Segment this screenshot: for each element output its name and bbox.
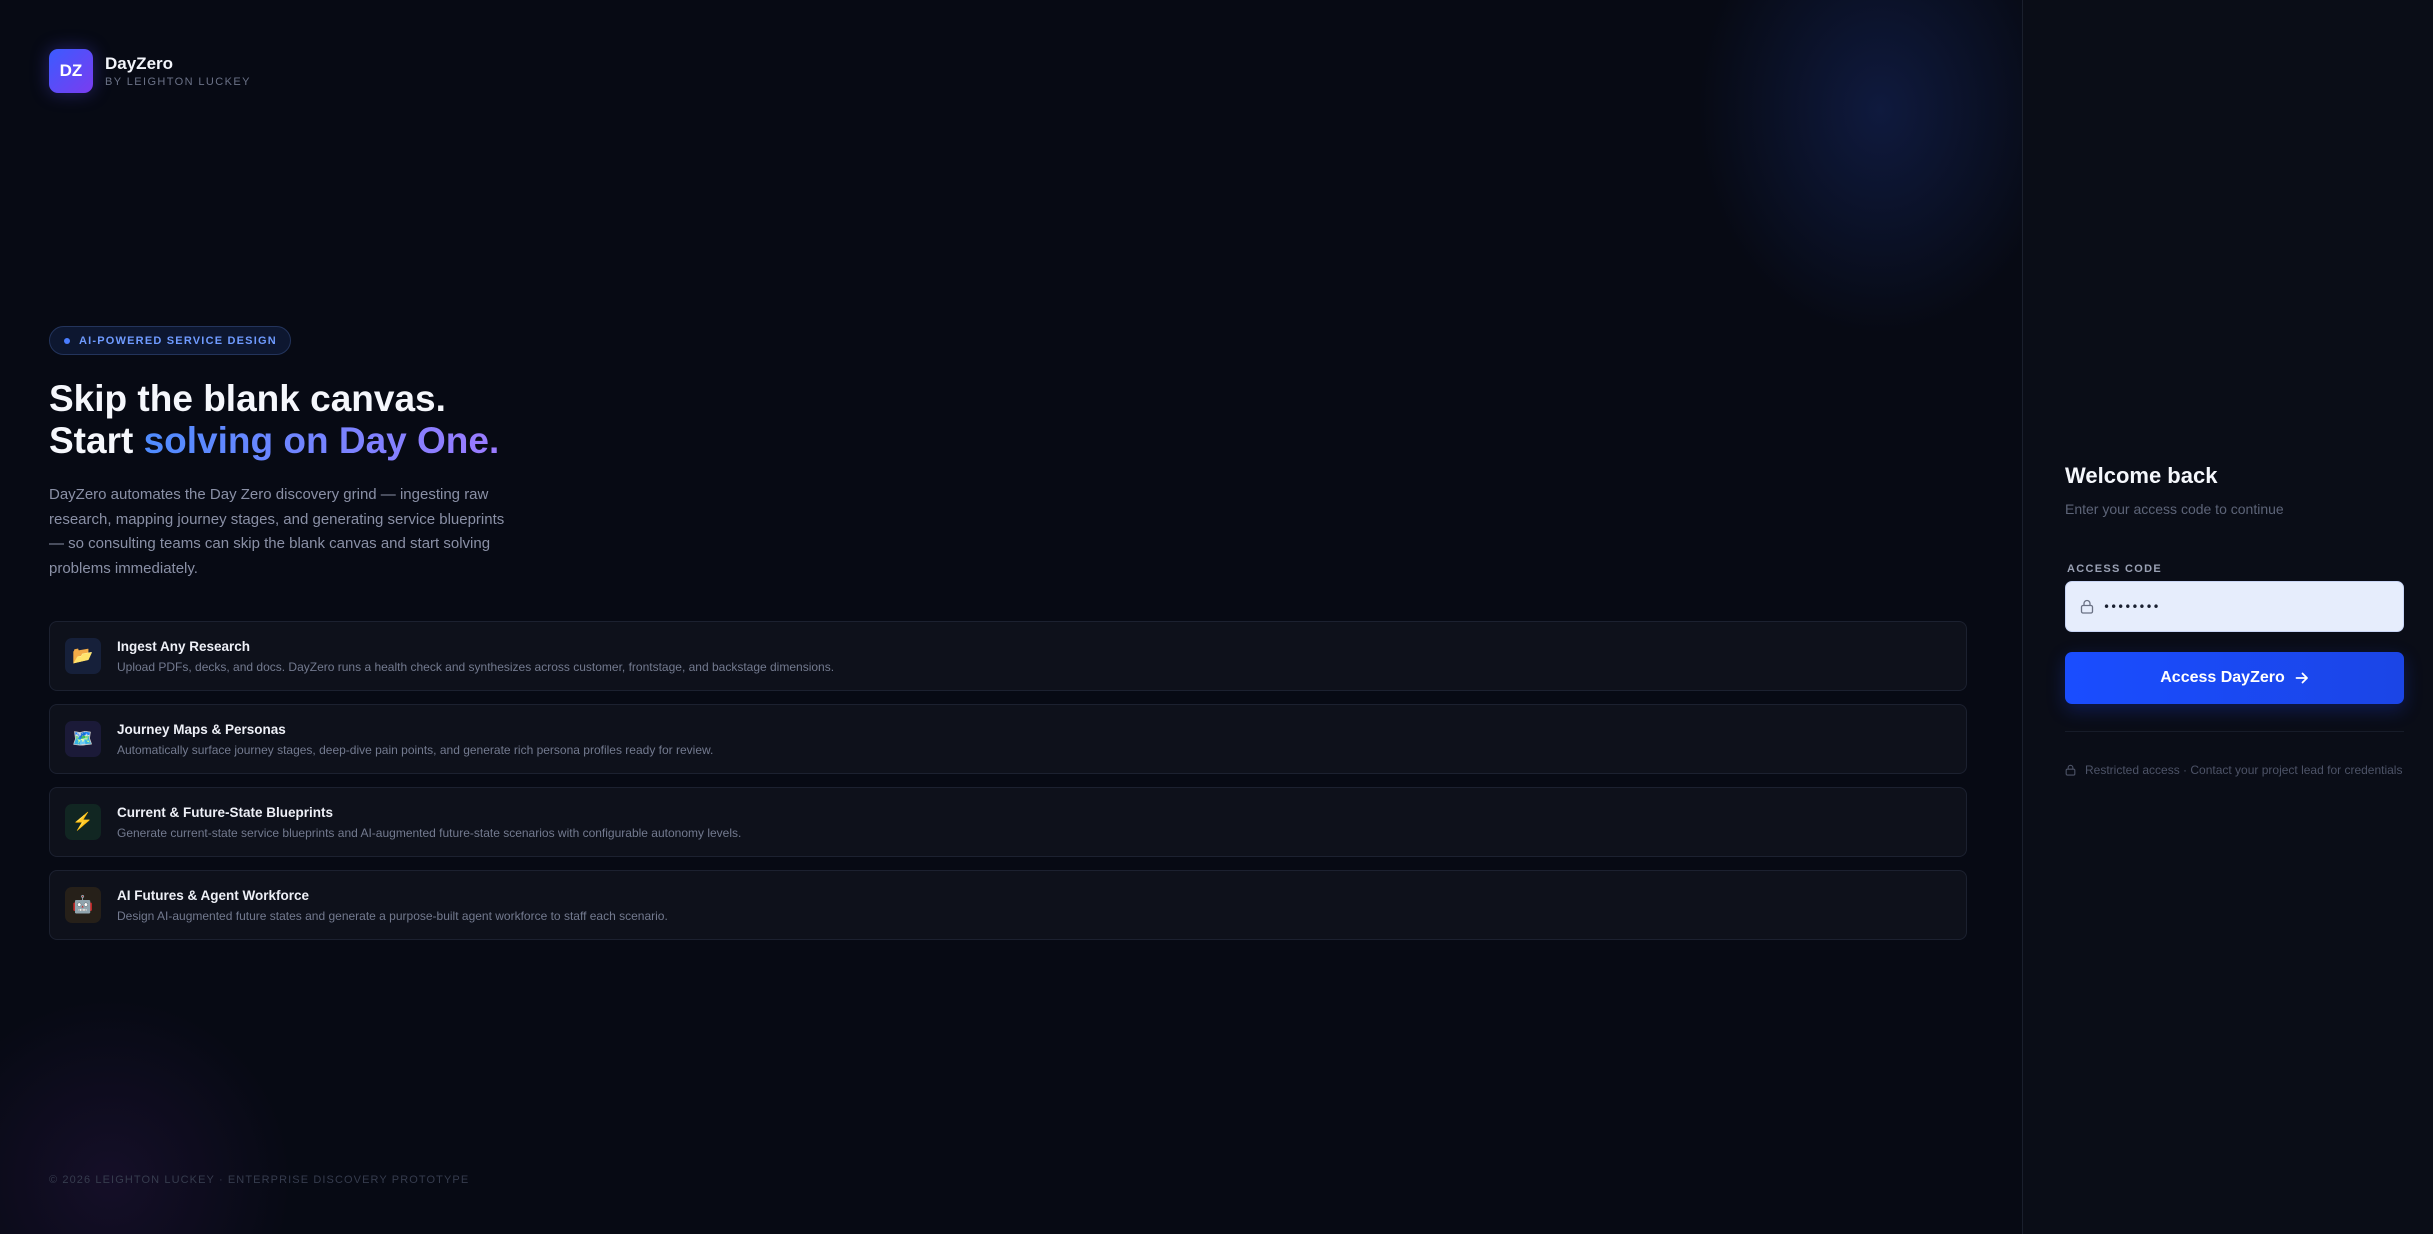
feature-text: Ingest Any Research Upload PDFs, decks, …	[117, 638, 834, 675]
lock-icon	[2080, 599, 2094, 614]
feature-text: AI Futures & Agent Workforce Design AI-a…	[117, 887, 668, 924]
feature-title: Ingest Any Research	[117, 638, 251, 654]
brand-text: DayZero BY LEIGHTON LUCKEY	[105, 54, 251, 88]
access-code-input[interactable]	[2103, 599, 2383, 614]
feature-text: Current & Future-State Blueprints Genera…	[117, 804, 741, 841]
headline-highlight: solving on Day One.	[143, 420, 500, 461]
access-button-label: Access DayZero	[2160, 669, 2285, 686]
badge-dot-icon	[64, 337, 70, 344]
feature-description: Upload PDFs, decks, and docs. DayZero ru…	[117, 659, 835, 674]
feature-title: Journey Maps & Personas	[117, 721, 286, 737]
robot-icon: 🤖	[65, 887, 101, 923]
brand: DZ DayZero BY LEIGHTON LUCKEY	[49, 49, 251, 93]
login-title: Welcome back	[2065, 463, 2218, 488]
arrow-right-icon	[2295, 671, 2309, 685]
feature-title: AI Futures & Agent Workforce	[117, 887, 310, 903]
access-button[interactable]: Access DayZero	[2065, 652, 2404, 704]
lock-icon	[2065, 764, 2076, 776]
marketing-panel: DZ DayZero BY LEIGHTON LUCKEY AI-POWERED…	[0, 0, 2022, 1234]
access-code-label: ACCESS CODE	[2067, 563, 2162, 575]
badge-text: AI-POWERED SERVICE DESIGN	[79, 334, 277, 347]
footer-copyright: © 2026 LEIGHTON LUCKEY · ENTERPRISE DISC…	[49, 1174, 470, 1186]
feature-description: Design AI-augmented future states and ge…	[117, 908, 668, 923]
lightning-icon: ⚡	[65, 804, 101, 840]
brand-logo: DZ	[49, 49, 93, 93]
feature-card: 🗺️ Journey Maps & Personas Automatically…	[49, 704, 1967, 774]
restricted-text: Restricted access · Contact your project…	[2085, 763, 2403, 777]
login-subtitle: Enter your access code to continue	[2065, 501, 2284, 517]
feature-text: Journey Maps & Personas Automatically su…	[117, 721, 713, 758]
hero-description: DayZero automates the Day Zero discovery…	[49, 486, 505, 577]
folder-icon: 📂	[65, 638, 101, 674]
headline-line-1: Skip the blank canvas.	[49, 378, 446, 419]
feature-description: Generate current-state service blueprint…	[117, 825, 742, 840]
feature-description: Automatically surface journey stages, de…	[117, 742, 714, 757]
restricted-note: Restricted access · Contact your project…	[2065, 763, 2402, 777]
hero-headline: Skip the blank canvas. Start solving on …	[49, 378, 499, 462]
headline-line-2-prefix: Start	[49, 420, 144, 461]
feature-list: 📂 Ingest Any Research Upload PDFs, decks…	[49, 621, 1967, 953]
feature-card: ⚡ Current & Future-State Blueprints Gene…	[49, 787, 1967, 857]
feature-card: 🤖 AI Futures & Agent Workforce Design AI…	[49, 870, 1967, 940]
hero-badge: AI-POWERED SERVICE DESIGN	[49, 326, 291, 355]
feature-card: 📂 Ingest Any Research Upload PDFs, decks…	[49, 621, 1967, 691]
map-icon: 🗺️	[65, 721, 101, 757]
access-code-field[interactable]	[2065, 581, 2404, 632]
brand-byline: BY LEIGHTON LUCKEY	[105, 76, 251, 88]
feature-title: Current & Future-State Blueprints	[117, 804, 334, 820]
login-panel: Welcome back Enter your access code to c…	[2022, 0, 2433, 1234]
brand-name: DayZero	[105, 54, 174, 73]
divider	[2065, 731, 2404, 732]
